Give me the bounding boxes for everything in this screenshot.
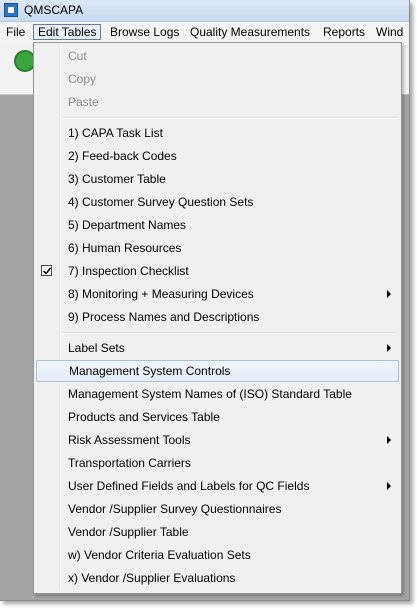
menu-file[interactable]: File <box>2 24 29 40</box>
edit-tables-dropdown: Cut Copy Paste 1) CAPA Task List 2) Feed… <box>33 42 402 594</box>
menu-item-label: Management System Controls <box>69 364 231 378</box>
app-icon <box>4 3 18 17</box>
menu-item-department-names[interactable]: 5) Department Names <box>36 214 399 236</box>
menu-item-user-defined-fields[interactable]: User Defined Fields and Labels for QC Fi… <box>36 475 399 497</box>
menu-reports[interactable]: Reports <box>319 24 369 40</box>
menu-item-capa-task-list[interactable]: 1) CAPA Task List <box>36 122 399 144</box>
menu-item-label: Vendor /Supplier Table <box>68 525 189 539</box>
submenu-arrow-icon <box>387 344 391 352</box>
menu-item-label: 3) Customer Table <box>68 172 166 186</box>
menu-separator <box>62 117 397 119</box>
menu-separator <box>62 332 397 334</box>
menu-item-inspection-checklist[interactable]: 7) Inspection Checklist <box>36 260 399 282</box>
menu-item-label: 6) Human Resources <box>68 241 182 255</box>
menu-quality-measurements[interactable]: Quality Measurements <box>186 24 314 40</box>
menu-item-label: User Defined Fields and Labels for QC Fi… <box>68 479 310 493</box>
menu-item-feedback-codes[interactable]: 2) Feed-back Codes <box>36 145 399 167</box>
menu-item-vendor-supplier-evaluations[interactable]: x) Vendor /Supplier Evaluations <box>36 567 399 589</box>
menu-item-label: Label Sets <box>68 341 125 355</box>
menu-item-label: 7) Inspection Checklist <box>68 264 189 278</box>
menu-item-label: w) Vendor Criteria Evaluation Sets <box>68 548 251 562</box>
menu-item-label: 9) Process Names and Descriptions <box>68 310 260 324</box>
menu-item-management-system-names[interactable]: Management System Names of (ISO) Standar… <box>36 383 399 405</box>
menu-item-label: Products and Services Table <box>68 410 220 424</box>
menu-item-label: Copy <box>68 72 97 86</box>
menu-item-customer-table[interactable]: 3) Customer Table <box>36 168 399 190</box>
menu-item-paste[interactable]: Paste <box>36 91 399 113</box>
menu-item-risk-assessment-tools[interactable]: Risk Assessment Tools <box>36 429 399 451</box>
menu-item-label: 5) Department Names <box>68 218 187 232</box>
menu-item-vendor-criteria-evaluation-sets[interactable]: w) Vendor Criteria Evaluation Sets <box>36 544 399 566</box>
menu-item-cut[interactable]: Cut <box>36 45 399 67</box>
menu-item-customer-survey-question-sets[interactable]: 4) Customer Survey Question Sets <box>36 191 399 213</box>
menu-item-label: Management System Names of (ISO) Standar… <box>68 387 352 401</box>
menu-item-label: Vendor /Supplier Survey Questionnaires <box>68 502 282 516</box>
submenu-arrow-icon <box>387 436 391 444</box>
menu-browse-logs[interactable]: Browse Logs <box>106 24 183 40</box>
menu-item-process-names[interactable]: 9) Process Names and Descriptions <box>36 306 399 328</box>
menu-item-label: Transportation Carriers <box>68 456 191 470</box>
menu-item-copy[interactable]: Copy <box>36 68 399 90</box>
submenu-arrow-icon <box>387 482 391 490</box>
application-window: QMSCAPA File Edit Tables Browse Logs Qua… <box>0 0 410 601</box>
menu-bar: File Edit Tables Browse Logs Quality Mea… <box>0 22 409 42</box>
menu-item-label: 2) Feed-back Codes <box>68 149 177 163</box>
menu-window[interactable]: Wind <box>372 24 407 40</box>
menu-edit-tables[interactable]: Edit Tables <box>33 24 102 40</box>
menu-item-monitoring-measuring-devices[interactable]: 8) Monitoring + Measuring Devices <box>36 283 399 305</box>
menu-item-human-resources[interactable]: 6) Human Resources <box>36 237 399 259</box>
menu-item-label: Cut <box>68 49 87 63</box>
menu-item-transportation-carriers[interactable]: Transportation Carriers <box>36 452 399 474</box>
menu-item-label-sets[interactable]: Label Sets <box>36 337 399 359</box>
menu-item-label: Risk Assessment Tools <box>68 433 191 447</box>
menu-item-management-system-controls[interactable]: Management System Controls <box>36 360 399 382</box>
menu-item-label: Paste <box>68 95 99 109</box>
menu-item-label: 8) Monitoring + Measuring Devices <box>68 287 254 301</box>
window-title: QMSCAPA <box>24 3 84 17</box>
menu-item-products-services-table[interactable]: Products and Services Table <box>36 406 399 428</box>
menu-item-vendor-survey-questionnaires[interactable]: Vendor /Supplier Survey Questionnaires <box>36 498 399 520</box>
checkmark-icon <box>41 265 52 276</box>
menu-item-label: x) Vendor /Supplier Evaluations <box>68 571 236 585</box>
menu-item-label: 4) Customer Survey Question Sets <box>68 195 254 209</box>
title-bar: QMSCAPA <box>0 0 409 22</box>
menu-item-label: 1) CAPA Task List <box>68 126 163 140</box>
submenu-arrow-icon <box>387 290 391 298</box>
menu-item-vendor-supplier-table[interactable]: Vendor /Supplier Table <box>36 521 399 543</box>
